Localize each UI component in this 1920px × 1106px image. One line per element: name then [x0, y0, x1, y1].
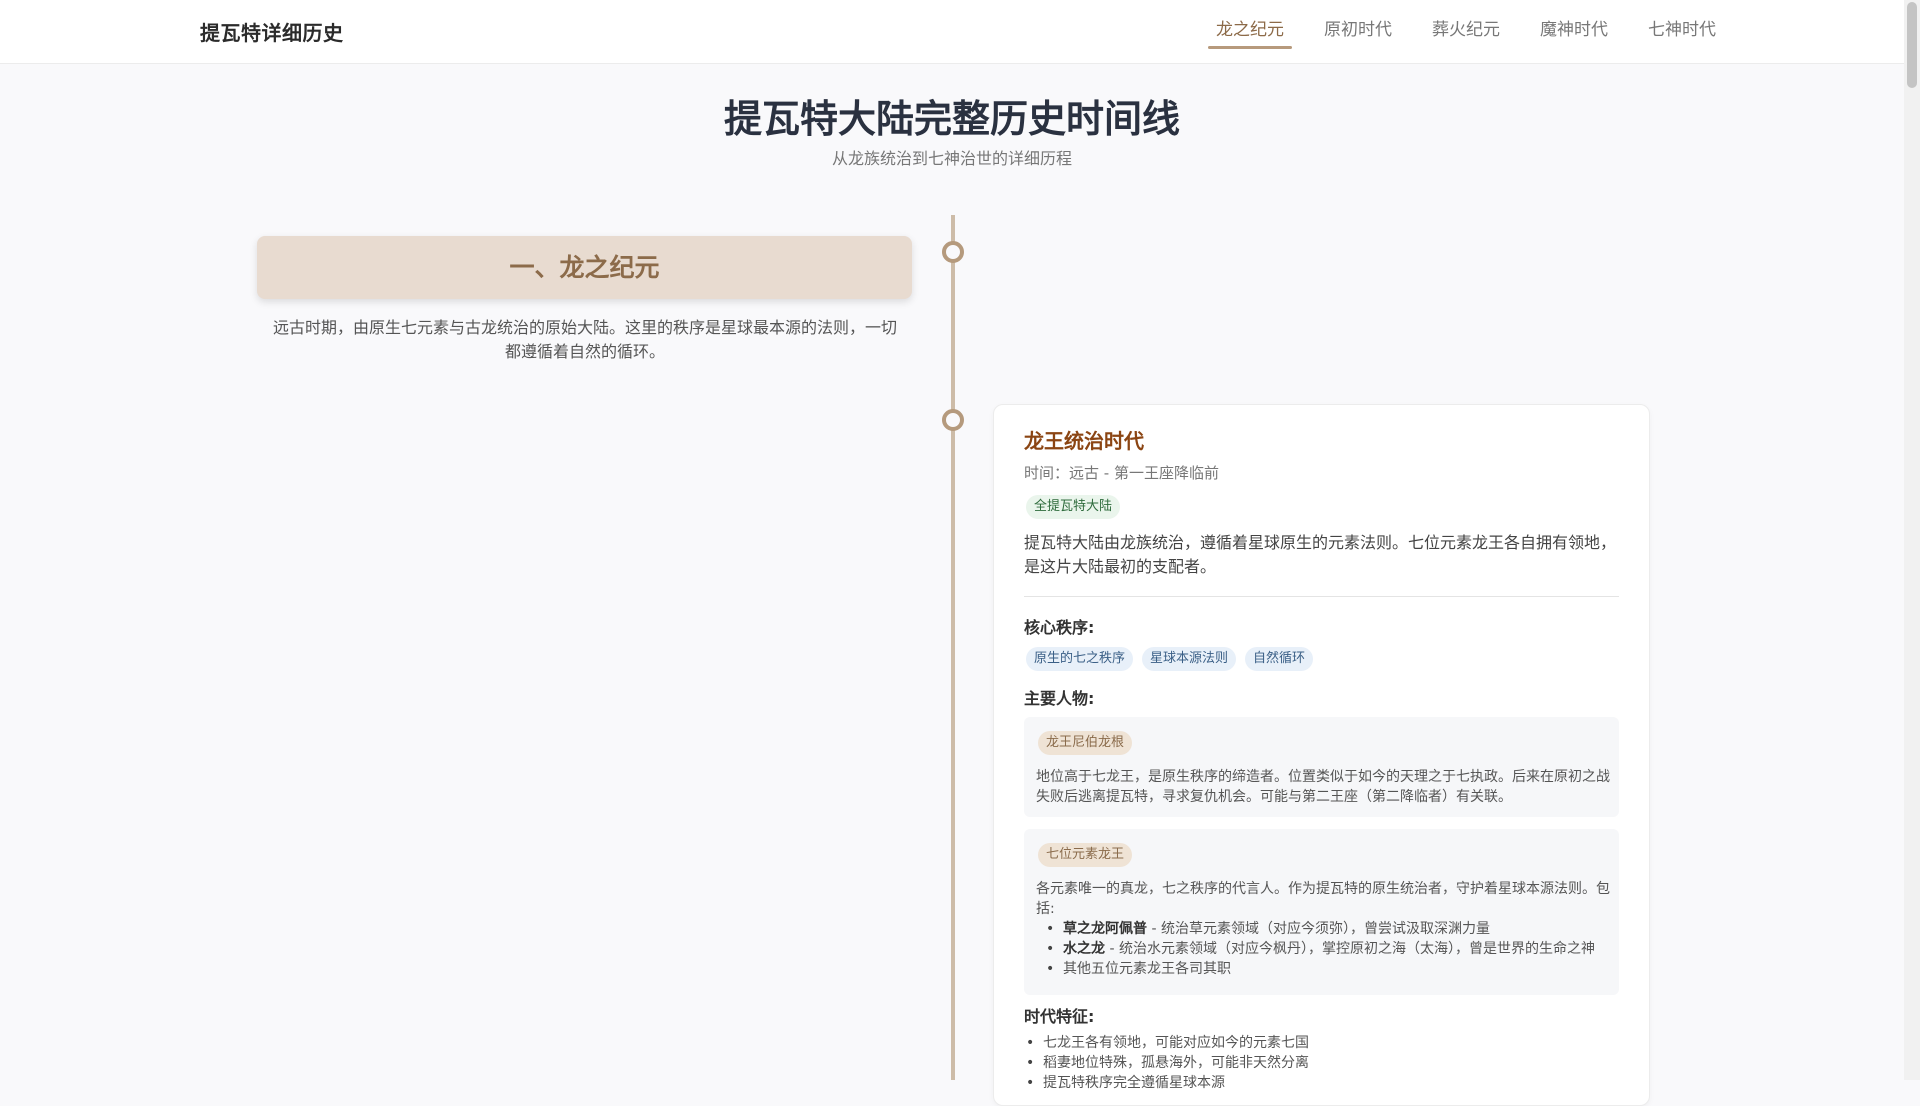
location-tag: 全提瓦特大陆 — [1026, 495, 1121, 519]
nav-item-seven-archons-era[interactable]: 七神时代 — [1640, 0, 1724, 63]
figures-label: 主要人物: — [1024, 689, 1095, 708]
dragon-detail: - 统治水元素领域（对应今枫丹），掌控原初之海（太海），曾是世界的生命之神 — [1105, 941, 1595, 957]
figure-name-tag: 七位元素龙王 — [1038, 843, 1133, 867]
event-title: 龙王统治时代 — [1024, 429, 1144, 453]
list-item: 其他五位元素龙王各司其职 — [1036, 959, 1611, 979]
scrollbar-thumb[interactable] — [1907, 2, 1917, 88]
page-subtitle: 从龙族统治到七神治世的详细历程 — [831, 149, 1072, 168]
dragon-detail: - 统治草元素领域（对应今须弥），曾尝试汲取深渊力量 — [1147, 921, 1490, 937]
era-description: 远古时期，由原生七元素与古龙统治的原始大陆。这里的秩序是星球最本源的法则，一切都… — [272, 318, 897, 361]
top-navbar: 提瓦特详细历史 龙之纪元 原初时代 葬火纪元 魔神时代 七神时代 — [0, 0, 1904, 64]
list-item: 提瓦特秩序完全遵循星球本源 — [1024, 1073, 1619, 1093]
nav-item-archon-war-era[interactable]: 魔神时代 — [1532, 0, 1616, 63]
figure-name-tag: 龙王尼伯龙根 — [1038, 731, 1133, 755]
main-nav: 龙之纪元 原初时代 葬火纪元 魔神时代 七神时代 — [1208, 0, 1748, 63]
figure-description: 各元素唯一的真龙，七之秩序的代言人。作为提瓦特的原生统治者，守护着星球本源法则。… — [1036, 881, 1610, 917]
dragon-name: 草之龙阿佩普 — [1063, 921, 1147, 937]
dragon-name: 水之龙 — [1063, 941, 1105, 957]
list-item: 水之龙 - 统治水元素领域（对应今枫丹），掌控原初之海（太海），曾是世界的生命之… — [1036, 939, 1611, 959]
figure-card: 七位元素龙王 各元素唯一的真龙，七之秩序的代言人。作为提瓦特的原生统治者，守护着… — [1024, 829, 1619, 995]
core-order-tags: 原生的七之秩序 星球本源法则 自然循环 — [1026, 647, 1322, 671]
core-order-tag: 原生的七之秩序 — [1026, 647, 1134, 671]
list-item: 七龙王各有领地，可能对应如今的元素七国 — [1024, 1033, 1619, 1053]
timeline-dot-era — [942, 241, 964, 263]
list-item: 草之龙阿佩普 - 统治草元素领域（对应今须弥），曾尝试汲取深渊力量 — [1036, 919, 1611, 939]
page-title: 提瓦特大陆完整历史时间线 — [723, 97, 1180, 141]
event-description: 提瓦特大陆由龙族统治，遵循着星球原生的元素法则。七位元素龙王各自拥有领地，是这片… — [1024, 533, 1617, 576]
nav-item-dragon-era[interactable]: 龙之纪元 — [1208, 0, 1292, 63]
core-order-tag: 星球本源法则 — [1142, 647, 1237, 671]
era-header-card: 一、龙之纪元 — [257, 236, 912, 299]
core-order-tag: 自然循环 — [1245, 647, 1314, 671]
nav-item-primordial-era[interactable]: 原初时代 — [1316, 0, 1400, 63]
section-divider — [1024, 596, 1619, 597]
features-label: 时代特征: — [1024, 1007, 1095, 1026]
list-item: 稻妻地位特殊，孤悬海外，可能非天然分离 — [1024, 1053, 1619, 1073]
timeline-line — [951, 215, 955, 1080]
timeline-dot-event — [942, 409, 964, 431]
page-scrollbar[interactable] — [1904, 0, 1920, 1080]
figure-description: 地位高于七龙王，是原生秩序的缔造者。位置类似于如今的天理之于七执政。后来在原初之… — [1036, 769, 1610, 805]
dragon-detail: 其他五位元素龙王各司其职 — [1063, 961, 1231, 977]
site-brand[interactable]: 提瓦特详细历史 — [200, 17, 344, 46]
figure-card: 龙王尼伯龙根 地位高于七龙王，是原生秩序的缔造者。位置类似于如今的天理之于七执政… — [1024, 717, 1619, 817]
core-order-label: 核心秩序: — [1024, 618, 1095, 637]
event-time: 时间：远古 - 第一王座降临前 — [1024, 464, 1219, 482]
era-features-list: 七龙王各有领地，可能对应如今的元素七国 稻妻地位特殊，孤悬海外，可能非天然分离 … — [1024, 1033, 1619, 1093]
nav-item-funeral-fire-era[interactable]: 葬火纪元 — [1424, 0, 1508, 63]
event-card: 龙王统治时代 时间：远古 - 第一王座降临前 全提瓦特大陆 提瓦特大陆由龙族统治… — [993, 404, 1650, 1106]
dragon-kings-list: 草之龙阿佩普 - 统治草元素领域（对应今须弥），曾尝试汲取深渊力量 水之龙 - … — [1036, 919, 1611, 979]
